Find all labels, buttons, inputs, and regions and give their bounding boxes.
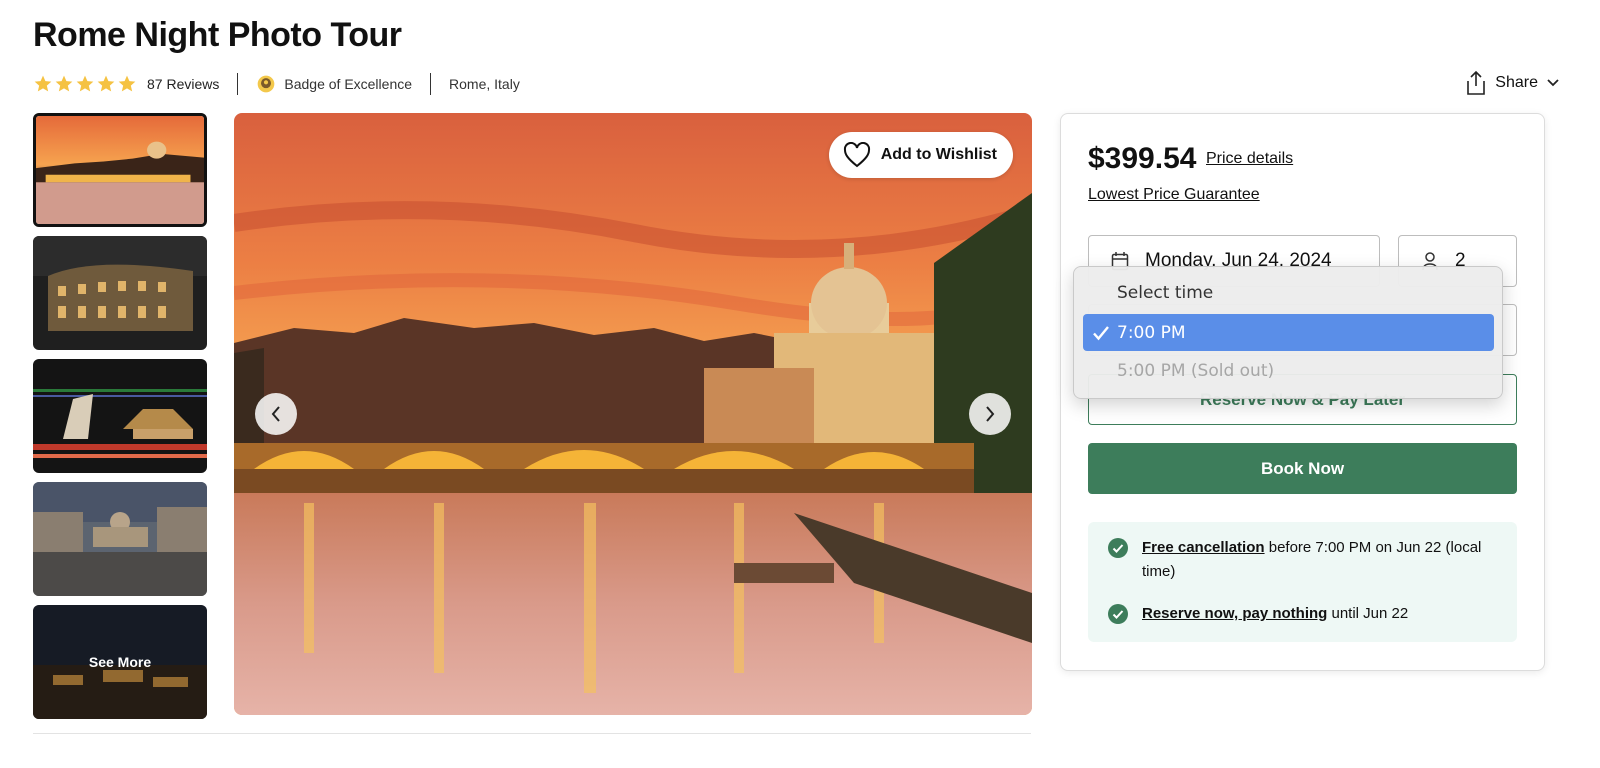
next-image-button[interactable] — [969, 393, 1011, 435]
add-to-wishlist-button[interactable]: Add to Wishlist — [828, 132, 1013, 178]
time-option-5pm-sold-out: 5:00 PM (Sold out) — [1083, 352, 1494, 389]
thumbnail-see-more[interactable]: See More — [33, 605, 207, 719]
thumbnail-image — [33, 359, 207, 473]
price: $399.54 — [1088, 142, 1197, 175]
price-details-link[interactable]: Price details — [1206, 150, 1293, 168]
dropdown-header: Select time — [1117, 282, 1214, 303]
time-dropdown-menu: Select time 7:00 PM 5:00 PM (Sold out) — [1073, 266, 1503, 399]
chevron-left-icon — [271, 406, 280, 422]
share-label: Share — [1495, 74, 1538, 91]
share-icon — [1467, 70, 1486, 95]
check-circle-icon — [1108, 604, 1128, 624]
book-now-button[interactable]: Book Now — [1088, 443, 1517, 494]
previous-image-button[interactable] — [255, 393, 297, 435]
chevron-down-icon — [1547, 79, 1559, 87]
wishlist-label: Add to Wishlist — [880, 146, 997, 163]
thumbnail-colosseum[interactable] — [33, 236, 207, 350]
reserve-now-text: until Jun 22 — [1331, 605, 1409, 622]
reserve-now-link[interactable]: Reserve now, pay nothing — [1142, 605, 1327, 622]
booking-info-box: Free cancellation before 7:00 PM on Jun … — [1088, 522, 1517, 642]
thumbnail-image — [33, 482, 207, 596]
reviews-link[interactable]: 87 Reviews — [147, 76, 219, 92]
reserve-now-info: Reserve now, pay nothing until Jun 22 — [1108, 602, 1408, 626]
star-icon — [118, 75, 136, 92]
checkmark-icon — [1093, 326, 1109, 341]
star-icon — [55, 75, 73, 92]
lowest-price-guarantee-link[interactable]: Lowest Price Guarantee — [1088, 186, 1260, 204]
time-option-label: 5:00 PM (Sold out) — [1117, 360, 1275, 381]
divider — [237, 73, 239, 95]
hero-image: Add to Wishlist — [234, 113, 1032, 715]
thumbnail-st-peters-sunset[interactable] — [33, 113, 207, 227]
hero-photo — [234, 113, 1032, 715]
rating-stars — [33, 74, 137, 94]
location-label: Rome, Italy — [449, 76, 520, 92]
star-icon — [97, 75, 115, 92]
badge-icon — [258, 75, 275, 93]
heart-icon — [843, 142, 870, 168]
star-icon — [76, 75, 94, 92]
share-button[interactable]: Share — [1465, 70, 1560, 96]
divider — [33, 733, 1031, 734]
thumbnail-image — [33, 236, 207, 350]
free-cancellation-link[interactable]: Free cancellation — [1142, 539, 1265, 556]
time-option-7pm[interactable]: 7:00 PM — [1083, 314, 1494, 351]
time-option-label: 7:00 PM — [1117, 322, 1186, 343]
chevron-right-icon — [986, 406, 995, 422]
thumbnail-castel-santangelo[interactable] — [33, 359, 207, 473]
page-title: Rome Night Photo Tour — [33, 16, 402, 54]
check-circle-icon — [1108, 538, 1128, 558]
badge-label: Badge of Excellence — [284, 76, 413, 92]
free-cancellation-info: Free cancellation before 7:00 PM on Jun … — [1108, 536, 1488, 584]
thumbnail-st-peters-square[interactable] — [33, 482, 207, 596]
see-more-label: See More — [33, 605, 207, 719]
thumbnail-image — [36, 116, 204, 224]
star-icon — [34, 75, 52, 92]
thumbnail-list: See More — [33, 113, 207, 728]
tour-meta: 87 Reviews Badge of Excellence Rome, Ita… — [33, 72, 520, 96]
divider — [430, 73, 432, 95]
